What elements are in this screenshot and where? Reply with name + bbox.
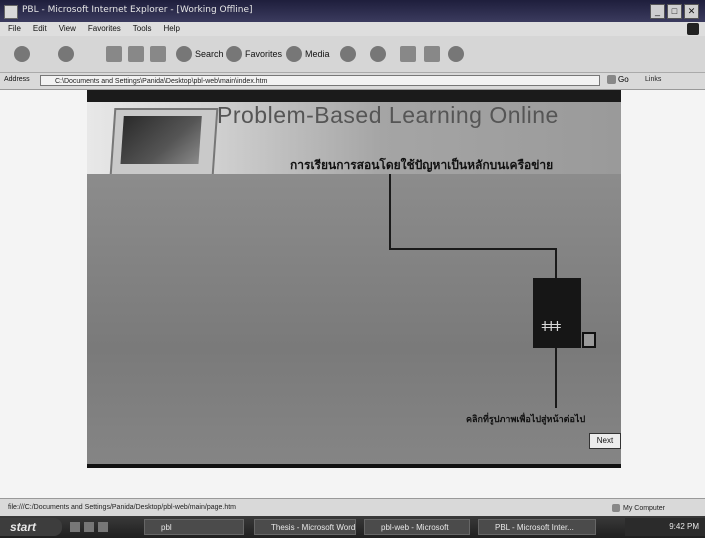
minimize-button[interactable]: _ [650, 4, 665, 19]
page-title: Problem-Based Learning Online [217, 102, 559, 128]
page-bottom-bar [87, 464, 621, 468]
quicklaunch-ie-icon[interactable] [70, 522, 80, 532]
search-button[interactable]: Search [176, 44, 224, 64]
go-button[interactable]: Go [607, 75, 629, 84]
computer-icon [611, 504, 620, 512]
clock[interactable]: 9:42 PM [669, 522, 699, 531]
back-arrow-icon [14, 46, 30, 62]
close-button[interactable]: ✕ [684, 4, 699, 19]
start-button[interactable]: start [0, 518, 62, 536]
browser-window: PBL - Microsoft Internet Explorer - [Wor… [0, 0, 705, 538]
connector-line [555, 348, 557, 408]
links-button[interactable]: Links [645, 76, 661, 83]
print-button[interactable] [400, 44, 416, 64]
favorites-button[interactable]: Favorites [226, 44, 282, 64]
quicklaunch-desktop-icon[interactable] [84, 522, 94, 532]
messenger-icon [448, 46, 464, 62]
menu-file[interactable]: File [8, 24, 21, 33]
edit-icon [424, 46, 440, 62]
media-label: Media [305, 49, 330, 59]
quicklaunch-media-icon[interactable] [98, 522, 108, 532]
mail-icon [370, 46, 386, 62]
connector-line [389, 174, 391, 250]
people-icon: ǂǂǂ [541, 318, 561, 334]
go-label: Go [618, 75, 629, 84]
taskbar-item[interactable]: pbl [144, 519, 244, 535]
status-bar: file:///C:/Documents and Settings/Panida… [0, 498, 705, 517]
star-icon [226, 46, 242, 62]
forward-arrow-icon [58, 46, 74, 62]
media-button[interactable]: Media [286, 44, 330, 64]
monitor-image [109, 108, 219, 176]
home-button[interactable] [150, 44, 166, 64]
status-text: file:///C:/Documents and Settings/Panida… [8, 504, 237, 511]
window-controls: _ □ ✕ [650, 4, 699, 19]
forward-button[interactable] [58, 44, 74, 64]
menu-help[interactable]: Help [163, 24, 179, 33]
standard-toolbar: Search Favorites Media [0, 36, 705, 73]
page-content: Problem-Based Learning Online การเรียนกา… [0, 90, 705, 498]
taskbar-item[interactable]: Thesis - Microsoft Word [254, 519, 356, 535]
connector-line [389, 248, 556, 250]
instruction-text: คลิกที่รูปภาพเพื่อไปสู่หน้าต่อไป [466, 415, 586, 425]
address-bar: Address C:\Documents and Settings\Panida… [0, 73, 705, 90]
menu-tools[interactable]: Tools [133, 24, 152, 33]
go-arrow-icon [607, 75, 616, 84]
back-button[interactable] [14, 44, 30, 64]
menu-favorites[interactable]: Favorites [88, 24, 121, 33]
page-subtitle: การเรียนการสอนโดยใช้ปัญหาเป็นหลักบนเครือ… [290, 158, 554, 172]
page-top-bar [87, 90, 621, 102]
people-image-link[interactable]: ǂǂǂ [533, 278, 581, 348]
menu-bar: File Edit View Favorites Tools Help [0, 22, 705, 36]
security-zone: My Computer [611, 504, 665, 512]
taskbar: start pbl Thesis - Microsoft Word pbl-we… [0, 516, 705, 538]
refresh-button[interactable] [128, 44, 144, 64]
next-button[interactable]: Next [589, 433, 621, 449]
connector-line [555, 248, 557, 280]
zone-label: My Computer [622, 504, 665, 512]
favorites-label: Favorites [245, 49, 283, 59]
address-label: Address [4, 76, 30, 83]
menu-view[interactable]: View [59, 24, 76, 33]
stop-icon [106, 46, 122, 62]
taskbar-item[interactable]: PBL - Microsoft Inter... [478, 519, 596, 535]
search-label: Search [195, 49, 224, 59]
printer-icon [400, 46, 416, 62]
address-input[interactable]: C:\Documents and Settings\Panida\Desktop… [40, 75, 600, 86]
stop-button[interactable] [106, 44, 122, 64]
history-button[interactable] [340, 44, 356, 64]
home-icon [150, 46, 166, 62]
messenger-button[interactable] [448, 44, 464, 64]
image-tab [582, 332, 596, 348]
refresh-icon [128, 46, 144, 62]
ie-icon [4, 5, 18, 19]
search-icon [176, 46, 192, 62]
title-bar[interactable]: PBL - Microsoft Internet Explorer - [Wor… [0, 0, 705, 22]
media-icon [286, 46, 302, 62]
history-icon [340, 46, 356, 62]
taskbar-item[interactable]: pbl-web - Microsoft [364, 519, 470, 535]
system-tray: 9:42 PM [625, 518, 705, 536]
window-title: PBL - Microsoft Internet Explorer - [Wor… [22, 5, 253, 15]
menu-edit[interactable]: Edit [33, 24, 47, 33]
edit-button[interactable] [424, 44, 440, 64]
maximize-button[interactable]: □ [667, 4, 682, 19]
monitor-screen [120, 116, 202, 164]
windows-logo-icon [687, 23, 699, 35]
mail-button[interactable] [370, 44, 386, 64]
